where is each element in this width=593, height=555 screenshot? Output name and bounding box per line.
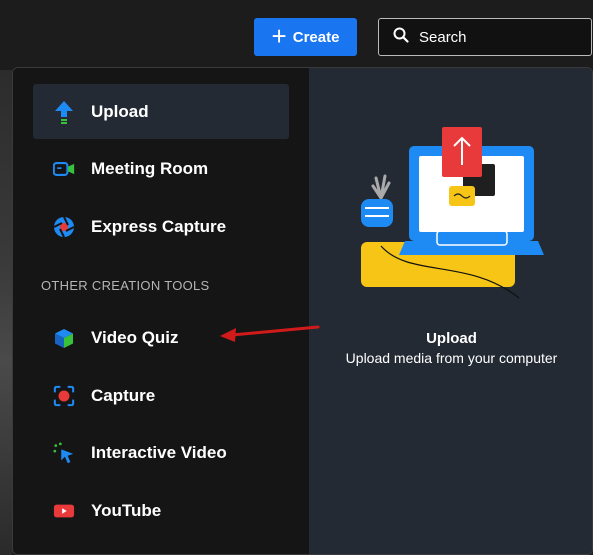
menu-item-upload[interactable]: Upload — [33, 84, 289, 139]
upload-icon — [53, 100, 75, 124]
menu-item-capture[interactable]: Capture — [33, 368, 289, 423]
upload-illustration — [361, 127, 544, 299]
background-page-edge — [0, 70, 12, 555]
search-icon — [393, 27, 409, 47]
menu-item-label: Express Capture — [91, 216, 227, 236]
preview-panel: Upload Upload media from your computer — [309, 68, 592, 554]
menu-item-label: Capture — [91, 385, 156, 405]
section-label-other-tools: OTHER CREATION TOOLS — [41, 278, 210, 293]
preview-description: Upload media from your computer — [345, 350, 558, 366]
video-quiz-icon — [53, 327, 75, 349]
menu-item-express-capture[interactable]: Express Capture — [33, 199, 289, 254]
plus-icon: + — [271, 20, 287, 51]
menu-item-label: YouTube — [91, 500, 162, 520]
search-input[interactable]: Search — [378, 18, 592, 56]
preview-title: Upload — [426, 330, 477, 347]
top-bar: + Create Search — [0, 0, 593, 70]
create-label: Create — [292, 28, 340, 46]
search-placeholder: Search — [419, 28, 467, 46]
create-menu-list: Upload Meeting Room Express Capture OTHE… — [13, 68, 309, 554]
capture-icon — [53, 385, 75, 407]
menu-item-meeting-room[interactable]: Meeting Room — [33, 141, 289, 196]
menu-item-label: Video Quiz — [91, 327, 179, 347]
menu-item-interactive-video[interactable]: Interactive Video — [33, 425, 289, 480]
menu-item-youtube[interactable]: YouTube — [33, 483, 289, 538]
menu-item-label: Meeting Room — [91, 158, 209, 178]
meeting-room-icon — [53, 158, 75, 180]
annotation-arrow-icon — [220, 325, 320, 342]
youtube-icon — [53, 500, 75, 522]
create-button[interactable]: + Create — [254, 18, 357, 56]
express-capture-icon — [53, 216, 75, 238]
menu-item-label: Interactive Video — [91, 442, 227, 462]
interactive-video-icon — [53, 441, 75, 464]
menu-item-label: Upload — [91, 101, 149, 121]
create-menu: Upload Meeting Room Express Capture OTHE… — [12, 67, 593, 555]
